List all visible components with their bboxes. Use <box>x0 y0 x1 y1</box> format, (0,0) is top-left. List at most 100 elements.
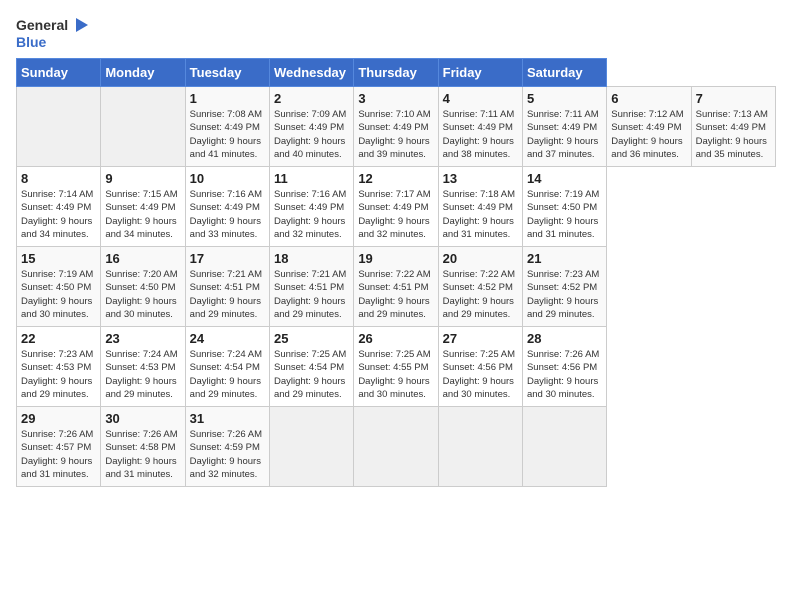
day-detail: Sunrise: 7:13 AMSunset: 4:49 PMDaylight:… <box>696 108 771 161</box>
weekday-header: Thursday <box>354 59 438 87</box>
day-number: 17 <box>190 251 265 266</box>
day-number: 25 <box>274 331 349 346</box>
day-detail: Sunrise: 7:11 AMSunset: 4:49 PMDaylight:… <box>527 108 602 161</box>
day-number: 12 <box>358 171 433 186</box>
day-number: 8 <box>21 171 96 186</box>
day-number: 18 <box>274 251 349 266</box>
calendar-day-cell: 13 Sunrise: 7:18 AMSunset: 4:49 PMDaylig… <box>438 167 522 247</box>
day-number: 30 <box>105 411 180 426</box>
day-number: 14 <box>527 171 602 186</box>
calendar-day-cell: 16 Sunrise: 7:20 AMSunset: 4:50 PMDaylig… <box>101 247 185 327</box>
calendar-day-cell: 15 Sunrise: 7:19 AMSunset: 4:50 PMDaylig… <box>17 247 101 327</box>
calendar-day-cell: 14 Sunrise: 7:19 AMSunset: 4:50 PMDaylig… <box>522 167 606 247</box>
day-number: 13 <box>443 171 518 186</box>
calendar-day-cell: 1 Sunrise: 7:08 AMSunset: 4:49 PMDayligh… <box>185 87 269 167</box>
day-detail: Sunrise: 7:14 AMSunset: 4:49 PMDaylight:… <box>21 188 96 241</box>
weekday-header: Wednesday <box>269 59 353 87</box>
day-detail: Sunrise: 7:21 AMSunset: 4:51 PMDaylight:… <box>190 268 265 321</box>
day-detail: Sunrise: 7:15 AMSunset: 4:49 PMDaylight:… <box>105 188 180 241</box>
day-number: 21 <box>527 251 602 266</box>
day-detail: Sunrise: 7:11 AMSunset: 4:49 PMDaylight:… <box>443 108 518 161</box>
day-detail: Sunrise: 7:16 AMSunset: 4:49 PMDaylight:… <box>274 188 349 241</box>
calendar-day-cell: 24 Sunrise: 7:24 AMSunset: 4:54 PMDaylig… <box>185 327 269 407</box>
calendar-day-cell <box>354 407 438 487</box>
calendar-day-cell <box>522 407 606 487</box>
day-number: 26 <box>358 331 433 346</box>
calendar-day-cell: 30 Sunrise: 7:26 AMSunset: 4:58 PMDaylig… <box>101 407 185 487</box>
weekday-header: Saturday <box>522 59 606 87</box>
day-detail: Sunrise: 7:10 AMSunset: 4:49 PMDaylight:… <box>358 108 433 161</box>
calendar-week-row: 15 Sunrise: 7:19 AMSunset: 4:50 PMDaylig… <box>17 247 776 327</box>
calendar-day-cell: 2 Sunrise: 7:09 AMSunset: 4:49 PMDayligh… <box>269 87 353 167</box>
day-number: 3 <box>358 91 433 106</box>
day-number: 24 <box>190 331 265 346</box>
day-detail: Sunrise: 7:22 AMSunset: 4:52 PMDaylight:… <box>443 268 518 321</box>
calendar-week-row: 22 Sunrise: 7:23 AMSunset: 4:53 PMDaylig… <box>17 327 776 407</box>
calendar-day-cell: 26 Sunrise: 7:25 AMSunset: 4:55 PMDaylig… <box>354 327 438 407</box>
calendar-day-cell: 19 Sunrise: 7:22 AMSunset: 4:51 PMDaylig… <box>354 247 438 327</box>
day-number: 16 <box>105 251 180 266</box>
logo-blue: Blue <box>16 34 46 50</box>
page-header: General Blue <box>16 16 776 50</box>
day-detail: Sunrise: 7:21 AMSunset: 4:51 PMDaylight:… <box>274 268 349 321</box>
calendar-day-cell: 10 Sunrise: 7:16 AMSunset: 4:49 PMDaylig… <box>185 167 269 247</box>
calendar-day-cell <box>101 87 185 167</box>
calendar-day-cell: 23 Sunrise: 7:24 AMSunset: 4:53 PMDaylig… <box>101 327 185 407</box>
day-detail: Sunrise: 7:24 AMSunset: 4:53 PMDaylight:… <box>105 348 180 401</box>
calendar-day-cell: 29 Sunrise: 7:26 AMSunset: 4:57 PMDaylig… <box>17 407 101 487</box>
day-detail: Sunrise: 7:25 AMSunset: 4:56 PMDaylight:… <box>443 348 518 401</box>
day-detail: Sunrise: 7:18 AMSunset: 4:49 PMDaylight:… <box>443 188 518 241</box>
weekday-header: Tuesday <box>185 59 269 87</box>
day-number: 27 <box>443 331 518 346</box>
calendar-week-row: 8 Sunrise: 7:14 AMSunset: 4:49 PMDayligh… <box>17 167 776 247</box>
day-number: 4 <box>443 91 518 106</box>
day-detail: Sunrise: 7:22 AMSunset: 4:51 PMDaylight:… <box>358 268 433 321</box>
calendar-day-cell: 31 Sunrise: 7:26 AMSunset: 4:59 PMDaylig… <box>185 407 269 487</box>
day-number: 7 <box>696 91 771 106</box>
calendar-day-cell: 20 Sunrise: 7:22 AMSunset: 4:52 PMDaylig… <box>438 247 522 327</box>
weekday-header: Friday <box>438 59 522 87</box>
calendar-table: SundayMondayTuesdayWednesdayThursdayFrid… <box>16 58 776 487</box>
day-detail: Sunrise: 7:24 AMSunset: 4:54 PMDaylight:… <box>190 348 265 401</box>
day-detail: Sunrise: 7:25 AMSunset: 4:55 PMDaylight:… <box>358 348 433 401</box>
day-number: 22 <box>21 331 96 346</box>
weekday-header: Monday <box>101 59 185 87</box>
calendar-day-cell: 17 Sunrise: 7:21 AMSunset: 4:51 PMDaylig… <box>185 247 269 327</box>
day-detail: Sunrise: 7:19 AMSunset: 4:50 PMDaylight:… <box>21 268 96 321</box>
calendar-day-cell: 21 Sunrise: 7:23 AMSunset: 4:52 PMDaylig… <box>522 247 606 327</box>
calendar-day-cell: 27 Sunrise: 7:25 AMSunset: 4:56 PMDaylig… <box>438 327 522 407</box>
calendar-day-cell: 7 Sunrise: 7:13 AMSunset: 4:49 PMDayligh… <box>691 87 775 167</box>
day-number: 31 <box>190 411 265 426</box>
calendar-day-cell: 12 Sunrise: 7:17 AMSunset: 4:49 PMDaylig… <box>354 167 438 247</box>
day-detail: Sunrise: 7:23 AMSunset: 4:52 PMDaylight:… <box>527 268 602 321</box>
logo-arrow-icon <box>70 16 88 34</box>
calendar-day-cell <box>17 87 101 167</box>
day-detail: Sunrise: 7:19 AMSunset: 4:50 PMDaylight:… <box>527 188 602 241</box>
day-detail: Sunrise: 7:09 AMSunset: 4:49 PMDaylight:… <box>274 108 349 161</box>
calendar-day-cell: 18 Sunrise: 7:21 AMSunset: 4:51 PMDaylig… <box>269 247 353 327</box>
day-number: 6 <box>611 91 686 106</box>
day-number: 9 <box>105 171 180 186</box>
day-number: 2 <box>274 91 349 106</box>
calendar-day-cell: 6 Sunrise: 7:12 AMSunset: 4:49 PMDayligh… <box>607 87 691 167</box>
day-detail: Sunrise: 7:26 AMSunset: 4:57 PMDaylight:… <box>21 428 96 481</box>
day-number: 23 <box>105 331 180 346</box>
weekday-header: Sunday <box>17 59 101 87</box>
day-detail: Sunrise: 7:26 AMSunset: 4:59 PMDaylight:… <box>190 428 265 481</box>
day-detail: Sunrise: 7:26 AMSunset: 4:58 PMDaylight:… <box>105 428 180 481</box>
calendar-day-cell: 11 Sunrise: 7:16 AMSunset: 4:49 PMDaylig… <box>269 167 353 247</box>
logo-general: General <box>16 17 68 33</box>
day-detail: Sunrise: 7:12 AMSunset: 4:49 PMDaylight:… <box>611 108 686 161</box>
day-number: 1 <box>190 91 265 106</box>
day-detail: Sunrise: 7:23 AMSunset: 4:53 PMDaylight:… <box>21 348 96 401</box>
calendar-day-cell: 3 Sunrise: 7:10 AMSunset: 4:49 PMDayligh… <box>354 87 438 167</box>
day-detail: Sunrise: 7:25 AMSunset: 4:54 PMDaylight:… <box>274 348 349 401</box>
day-detail: Sunrise: 7:17 AMSunset: 4:49 PMDaylight:… <box>358 188 433 241</box>
calendar-week-row: 29 Sunrise: 7:26 AMSunset: 4:57 PMDaylig… <box>17 407 776 487</box>
day-number: 15 <box>21 251 96 266</box>
calendar-day-cell: 22 Sunrise: 7:23 AMSunset: 4:53 PMDaylig… <box>17 327 101 407</box>
day-detail: Sunrise: 7:26 AMSunset: 4:56 PMDaylight:… <box>527 348 602 401</box>
day-detail: Sunrise: 7:20 AMSunset: 4:50 PMDaylight:… <box>105 268 180 321</box>
logo: General Blue <box>16 16 88 50</box>
day-number: 28 <box>527 331 602 346</box>
